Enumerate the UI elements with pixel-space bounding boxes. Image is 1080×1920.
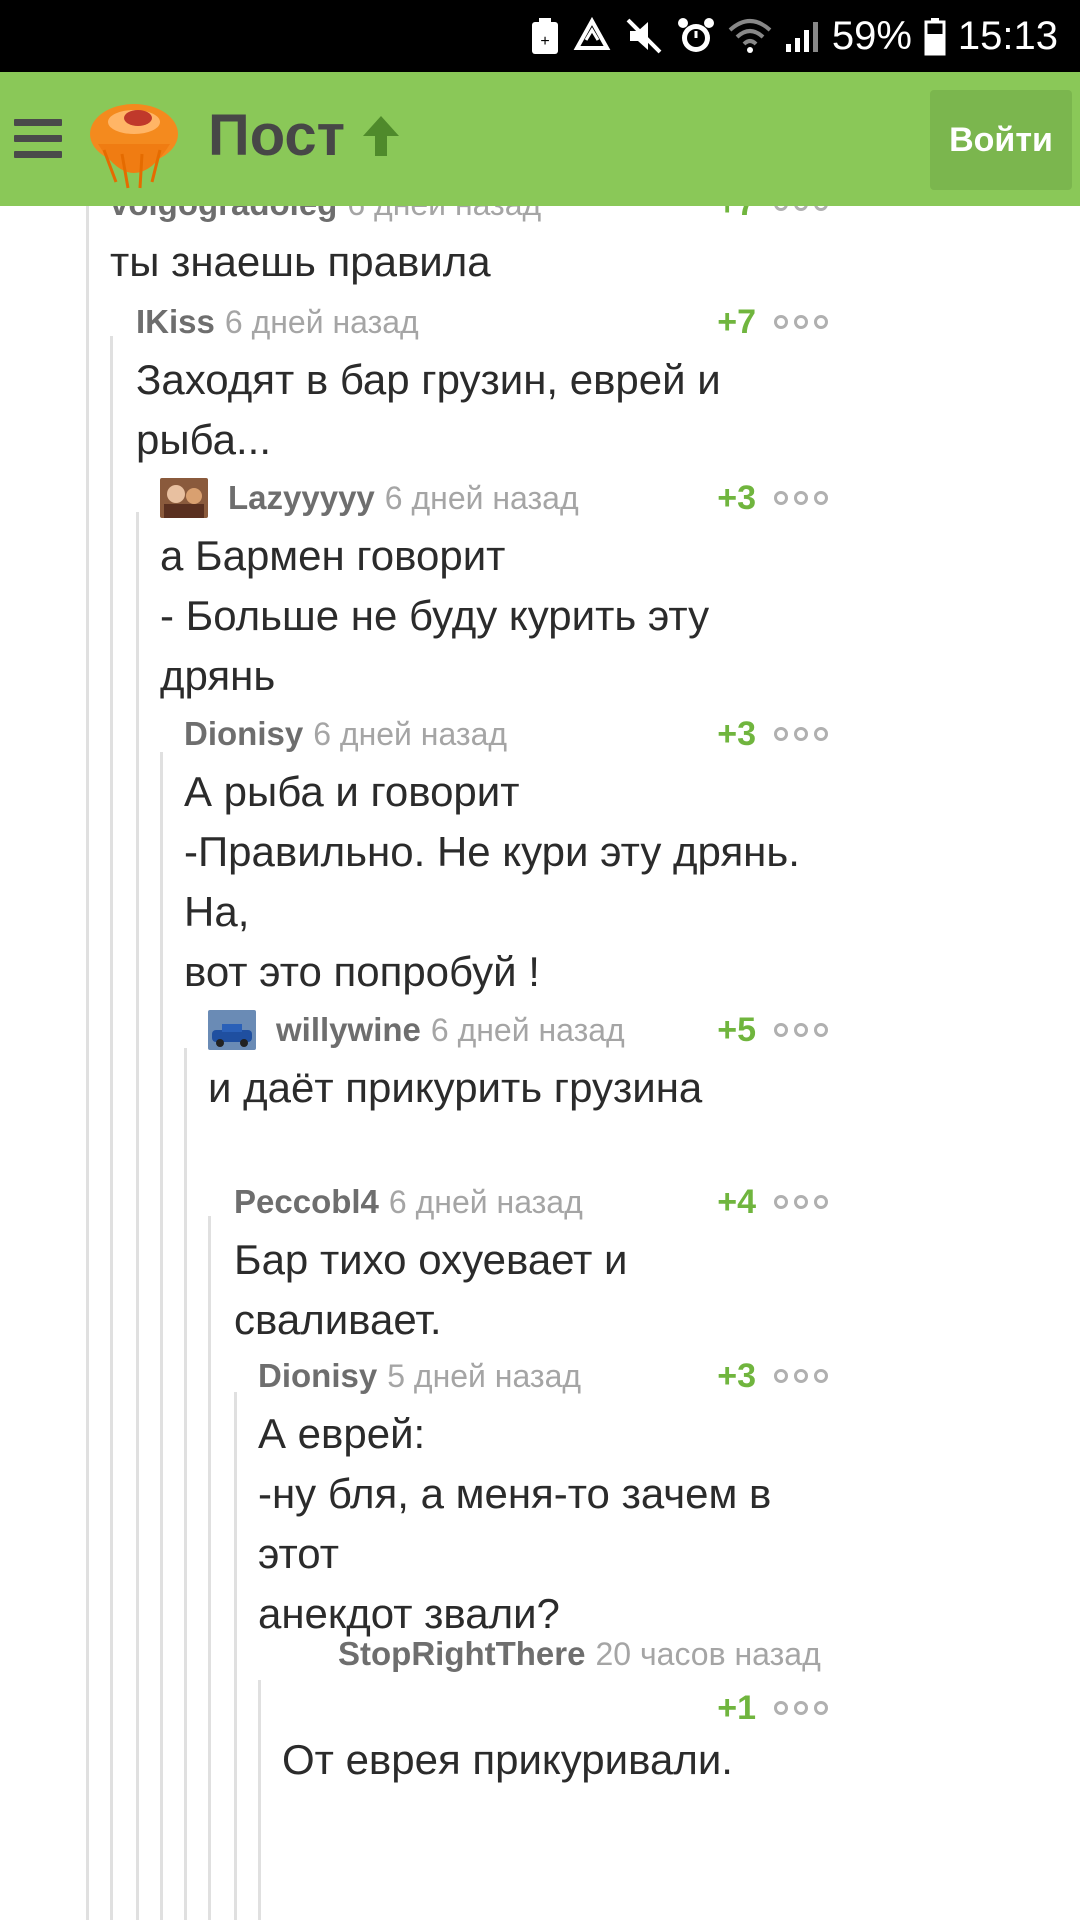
comment-time: 6 дней назад: [388, 1183, 583, 1220]
svg-text:+: +: [540, 33, 549, 50]
comment-text: Бар тихо охуевает и сваливает.: [234, 1236, 628, 1343]
comment-score: +5: [717, 1010, 756, 1049]
avatar[interactable]: [160, 478, 208, 518]
thread-line: [234, 1392, 237, 1920]
comment-score: +7: [717, 302, 756, 341]
comment-time: 20 часов назад: [595, 1635, 821, 1672]
comment-score: +3: [717, 478, 756, 517]
comment-text: А еврей: -ну бля, а меня-то зачем в этот…: [258, 1410, 772, 1637]
comment-author[interactable]: Peccоbl4: [234, 1183, 379, 1221]
thread-line: [86, 206, 89, 1920]
more-options-icon[interactable]: [774, 315, 828, 329]
more-options-icon[interactable]: [774, 206, 828, 211]
thread-line: [110, 336, 113, 1920]
thread-line: [208, 1216, 211, 1920]
comment-time: 5 дней назад: [387, 1357, 582, 1394]
more-options-icon[interactable]: [774, 1701, 828, 1715]
thread-line: [160, 752, 163, 1920]
comment-text: От еврея прикуривали.: [282, 1736, 733, 1783]
comment-text: а Бармен говорит - Больше не буду курить…: [160, 532, 710, 699]
comment: Dionisy 5 дней назад +3 А еврей: -ну бля…: [258, 1352, 828, 1644]
comment-time: 6 дней назад: [313, 715, 508, 752]
wifi-icon: [728, 16, 772, 56]
comment: StopRightThere 20 часов назад +1 От евре…: [282, 1630, 828, 1790]
comment-author[interactable]: Dionisy: [184, 715, 303, 753]
comment: Lazyyyyy 6 дней назад +3 а Бармен говори…: [160, 474, 828, 706]
comment-author[interactable]: IKiss: [136, 303, 215, 341]
status-bar: + 59% 15:13: [0, 0, 1080, 72]
pikabu-logo[interactable]: [84, 92, 184, 192]
mute-icon: [624, 16, 664, 56]
more-options-icon[interactable]: [774, 491, 828, 505]
comment-score: +7: [717, 206, 756, 224]
comment: Peccоbl4 6 дней назад +4 Бар тихо охуева…: [234, 1178, 828, 1350]
avatar[interactable]: [208, 1010, 256, 1050]
comment-text: ты знаешь правила: [110, 238, 491, 285]
comment-author[interactable]: Lazyyyyy: [228, 479, 375, 517]
comment-author[interactable]: StopRightThere: [338, 1635, 585, 1673]
comments-thread: volgogradoleg 6 дней назад +7 ты знаешь …: [0, 206, 1080, 1920]
thread-line: [136, 512, 139, 1920]
comment: volgogradoleg 6 дней назад +7 ты знаешь …: [110, 206, 828, 292]
menu-icon[interactable]: [14, 119, 62, 159]
battery-icon: [924, 16, 946, 56]
comment-text: и даёт прикурить грузина: [208, 1064, 703, 1111]
comment: willywine 6 дней назад +5 и даёт прикури…: [208, 1006, 828, 1118]
comment-time: 6 дней назад: [430, 1011, 625, 1048]
comment-author[interactable]: volgogradoleg: [110, 206, 337, 223]
thread-line: [258, 1680, 261, 1920]
login-button[interactable]: Войти: [930, 90, 1072, 190]
comment: IKiss 6 дней назад +7 Заходят в бар груз…: [136, 298, 828, 470]
comment-author[interactable]: Dionisy: [258, 1357, 377, 1395]
alarm-icon: [676, 16, 716, 56]
app-bar: Пост Войти: [0, 72, 1080, 206]
comment-score: +1: [717, 1688, 756, 1727]
comment-score: +3: [717, 714, 756, 753]
comment-score: +3: [717, 1356, 756, 1395]
comment-author[interactable]: willywine: [276, 1011, 421, 1049]
arrow-up-icon[interactable]: [359, 112, 403, 160]
save-icon: +: [530, 16, 560, 56]
comment-score: +4: [717, 1182, 756, 1221]
comment-text: Заходят в бар грузин, еврей и рыба...: [136, 356, 721, 463]
comment-text: А рыба и говорит -Правильно. Не кури эту…: [184, 768, 800, 995]
more-options-icon[interactable]: [774, 1023, 828, 1037]
recycle-icon: [572, 16, 612, 56]
clock-time: 15:13: [957, 13, 1058, 58]
comment: Dionisy 6 дней назад +3 А рыба и говорит…: [184, 710, 828, 1002]
page-title: Пост: [208, 103, 346, 168]
comment-time: 6 дней назад: [224, 303, 419, 340]
thread-line: [184, 1048, 187, 1920]
more-options-icon[interactable]: [774, 727, 828, 741]
comment-time: 6 дней назад: [384, 479, 579, 516]
signal-icon: [784, 16, 820, 56]
comment-time: 6 дней назад: [347, 206, 541, 223]
more-options-icon[interactable]: [774, 1195, 828, 1209]
more-options-icon[interactable]: [774, 1369, 828, 1383]
battery-percent: 59%: [831, 13, 912, 58]
